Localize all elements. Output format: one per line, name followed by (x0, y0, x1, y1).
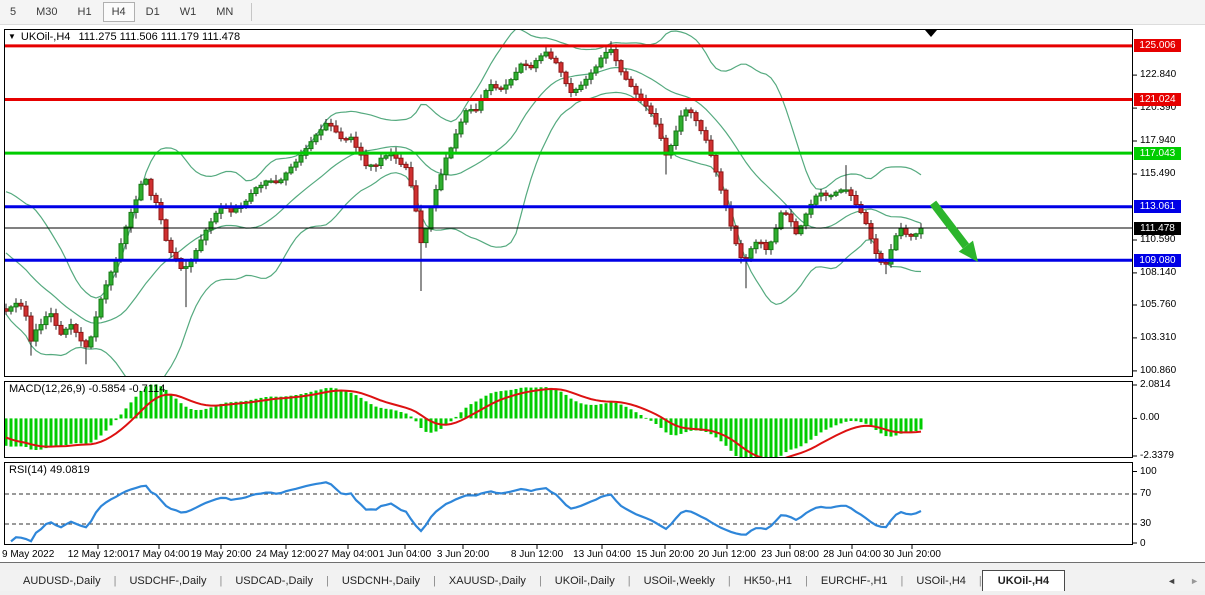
tab-item-ukoil-daily[interactable]: UKOil-,Daily (542, 570, 628, 591)
timeframe-button-h4[interactable]: H4 (103, 2, 135, 22)
tab-item-xauusd-daily[interactable]: XAUUSD-,Daily (436, 570, 539, 591)
tab-item-usoil-h4[interactable]: USOil-,H4 (903, 570, 979, 591)
toolbar-separator (251, 3, 252, 21)
rsi-indicator-label: RSI(14) 49.0819 (9, 464, 90, 476)
chart-region[interactable]: ▼ UKOil-,H4 111.275 111.506 111.179 111.47… (0, 0, 1205, 563)
status-strip (0, 591, 1205, 595)
timeframe-button-d1[interactable]: D1 (137, 2, 169, 22)
tab-item-ukoil-h4[interactable]: UKOil-,H4 (982, 570, 1065, 592)
tab-item-hk50-h1[interactable]: HK50-,H1 (731, 570, 805, 591)
tab-nav: ◄ ► (1167, 570, 1199, 591)
timeframe-button-h1[interactable]: H1 (69, 2, 101, 22)
tab-item-audusd-daily[interactable]: AUDUSD-,Daily (10, 570, 114, 591)
chart-canvas[interactable] (0, 0, 1205, 563)
mt4-window: ▼ UKOil-,H4 111.275 111.506 111.179 111.47… (0, 0, 1205, 595)
macd-indicator-label: MACD(12,26,9) -0.5854 -0.7114 (9, 383, 165, 395)
rsi-panel-border (5, 463, 1133, 545)
tab-item-usdcnh-daily[interactable]: USDCNH-,Daily (329, 570, 433, 591)
macd-panel-border (5, 382, 1133, 458)
price-axis[interactable] (1133, 29, 1205, 546)
tab-item-usdcad-daily[interactable]: USDCAD-,Daily (222, 570, 326, 591)
time-axis[interactable] (4, 546, 1133, 562)
tab-scroll-right-icon[interactable]: ► (1190, 576, 1199, 586)
timeframe-button-w1[interactable]: W1 (171, 2, 206, 22)
symbol-dropdown-icon[interactable]: ▼ (8, 32, 16, 41)
timeframe-button-m30[interactable]: M30 (27, 2, 66, 22)
symbol-ohlc-line: ▼ UKOil-,H4 111.275 111.506 111.179 111.47… (8, 31, 240, 43)
symbol-name: UKOil-,H4 (21, 31, 71, 43)
tab-bar: AUDUSD-,Daily|USDCHF-,Daily|USDCAD-,Dail… (0, 570, 1205, 592)
ohlc-values: 111.275 111.506 111.179 111.478 (78, 31, 240, 43)
tab-item-eurchf-h1[interactable]: EURCHF-,H1 (808, 570, 901, 591)
timeframe-button-mn[interactable]: MN (207, 2, 242, 22)
tab-scroll-left-icon[interactable]: ◄ (1167, 576, 1176, 586)
tab-item-usdchf-daily[interactable]: USDCHF-,Daily (116, 570, 219, 591)
timeframe-toolbar: 5M30H1H4D1W1MN (0, 0, 1205, 25)
tab-item-usoil-weekly[interactable]: USOil-,Weekly (631, 570, 728, 591)
timeframe-button-5[interactable]: 5 (1, 2, 25, 22)
